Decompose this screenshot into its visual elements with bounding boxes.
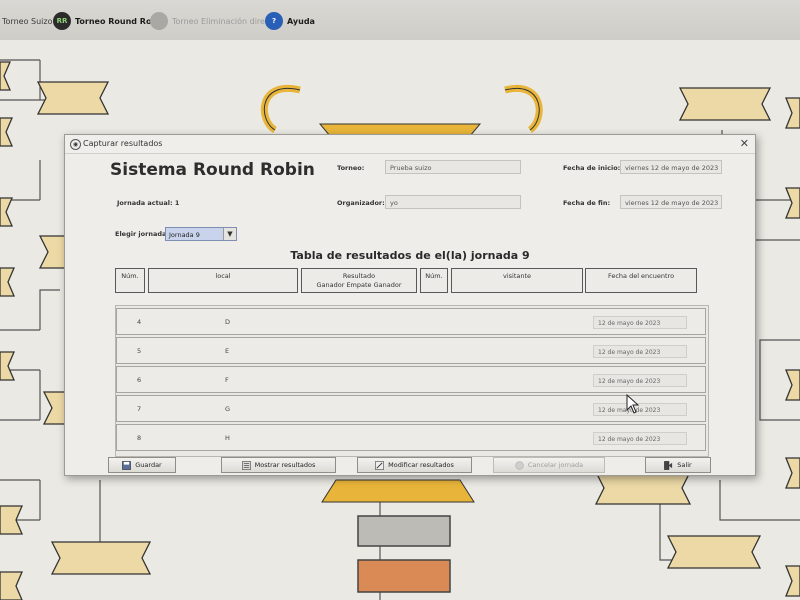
menu-torneo-suizo[interactable]: Torneo Suizo [2,12,52,30]
menu-ayuda-label: Ayuda [287,16,315,26]
fecha-fin-field[interactable]: viernes 12 de mayo de 2023 [620,195,722,209]
modificar-resultados-label: Modificar resultados [388,461,454,469]
dialog-titlebar[interactable]: ◉ Capturar resultados ✕ [65,135,755,154]
menu-torneo-eliminacion[interactable]: Torneo Eliminación directa [150,12,277,30]
row-date-field[interactable]: 12 de mayo de 2023 [593,316,687,329]
header-num-visitante: Núm. [420,268,448,293]
bracket-bar-orange [357,559,451,593]
row-num: 8 [137,434,142,442]
header-local-label: local [215,272,231,280]
row-num: 5 [137,347,142,355]
header-local: local [148,268,298,293]
bracket-bar-grey [357,515,451,547]
row-team: E [225,347,230,355]
window-icon: ◉ [70,139,81,150]
table-row[interactable]: 5 E 12 de mayo de 2023 [116,337,706,364]
rr-badge-icon: RR [53,12,71,30]
header-resultado-label: Resultado [342,272,376,280]
main-menu-bar: Torneo Suizo RR Torneo Round Robin Torne… [0,0,800,41]
organizador-field[interactable]: yo [385,195,521,209]
modificar-resultados-button[interactable]: Modificar resultados [357,457,472,473]
row-team: F [225,376,229,384]
mouse-cursor-icon [626,394,640,414]
help-icon: ? [265,12,283,30]
edit-results-icon [375,460,384,470]
close-icon[interactable]: ✕ [740,137,749,150]
row-num: 4 [137,318,142,326]
header-num-visitante-label: Núm. [425,272,443,280]
jornada-select[interactable]: Jornada 9 ▼ [165,227,237,241]
header-resultado-sub: Ganador Empate Ganador [316,281,402,289]
header-fecha-label: Fecha del encuentro [607,272,675,280]
row-team: G [225,405,231,413]
header-visitante-label: visitante [502,272,532,280]
row-num: 7 [137,405,142,413]
exit-icon [664,460,673,470]
dialog-title: Capturar resultados [83,139,163,148]
menu-torneo-eliminacion-label: Torneo Eliminación directa [172,16,278,26]
cancel-icon [515,460,524,470]
menu-ayuda[interactable]: ? Ayuda [265,12,315,30]
menu-torneo-suizo-label: Torneo Suizo [2,16,53,26]
results-list[interactable]: 4 D 12 de mayo de 2023 5 E 12 de mayo de… [115,305,709,457]
capturar-resultados-dialog: ◉ Capturar resultados ✕ Sistema Round Ro… [64,134,756,476]
row-date-field[interactable]: 12 de mayo de 2023 [593,432,687,445]
row-team: D [225,318,231,326]
chevron-down-icon[interactable]: ▼ [223,228,236,240]
fecha-inicio-field[interactable]: viernes 12 de mayo de 2023 [620,160,722,174]
header-fecha: Fecha del encuentro [585,268,697,293]
header-num-local-label: Núm. [121,272,139,280]
salir-button[interactable]: Salir [645,457,711,473]
fecha-inicio-label: Fecha de inicio: [563,164,621,172]
menu-torneo-round-robin[interactable]: RR Torneo Round Robin [53,12,166,30]
table-row[interactable]: 6 F 12 de mayo de 2023 [116,366,706,393]
guardar-label: Guardar [135,461,162,469]
table-row[interactable]: 7 G 12 de mayo de 2023 [116,395,706,422]
table-row[interactable]: 8 H 12 de mayo de 2023 [116,424,706,451]
mostrar-resultados-button[interactable]: Mostrar resultados [221,457,336,473]
view-results-icon [241,460,251,470]
header-resultado: Resultado Ganador Empate Ganador [301,268,417,293]
row-date-field[interactable]: 12 de mayo de 2023 [593,403,687,416]
fecha-fin-label: Fecha de fin: [563,199,611,207]
table-title: Tabla de resultados de el(la) jornada 9 [290,249,530,262]
salir-label: Salir [677,461,692,469]
mostrar-resultados-label: Mostrar resultados [254,461,316,469]
table-row[interactable]: 4 D 12 de mayo de 2023 [116,308,706,335]
jornada-actual-label: Jornada actual: 1 [117,199,180,207]
elegir-jornada-label: Elegir jornada: [115,230,169,238]
row-num: 6 [137,376,142,384]
guardar-button[interactable]: Guardar [108,457,176,473]
organizador-label: Organizador: [337,199,385,207]
row-date-field[interactable]: 12 de mayo de 2023 [593,374,687,387]
system-title: Sistema Round Robin [110,160,315,180]
header-visitante: visitante [451,268,583,293]
row-date-field[interactable]: 12 de mayo de 2023 [593,345,687,358]
save-icon [122,460,132,470]
grey-circle-icon [150,12,168,30]
jornada-select-value: Jornada 9 [169,231,200,239]
torneo-label: Torneo: [337,164,365,172]
torneo-field[interactable]: Prueba suizo [385,160,521,174]
cancelar-jornada-label: Cancelar jornada [527,461,584,469]
cancelar-jornada-button[interactable]: Cancelar jornada [493,457,605,473]
header-num-local: Núm. [115,268,145,293]
row-team: H [225,434,230,442]
